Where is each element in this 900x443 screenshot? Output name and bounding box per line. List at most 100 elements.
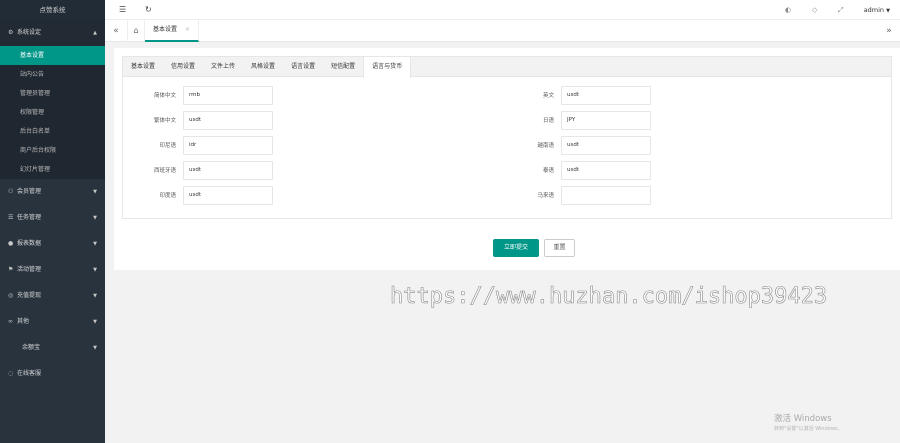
page-tab-label: 基本设置 (153, 26, 178, 33)
app-logo: 点赞系统 (0, 0, 105, 20)
sidebar-item-slides[interactable]: 幻灯片管理 (0, 160, 105, 179)
tabs-scroll-left-icon[interactable]: « (108, 20, 124, 42)
more-icon: ∞ (8, 318, 13, 325)
sidebar-group-label: 任务管理 (17, 214, 42, 221)
settings-tabs: 基本设置 信用设置 文件上传 风格设置 语言设置 短信配置 语言与货币 简体中文… (122, 56, 892, 219)
tab-strip: « ⌂ 基本设置 × » (105, 20, 900, 42)
field-label: 日语 (542, 118, 554, 124)
form-row: 简体中文 (128, 85, 273, 105)
field-label: 英文 (542, 93, 554, 99)
sidebar-group-label: 活动管理 (17, 266, 42, 273)
sidebar-group-activities[interactable]: ⚑ 活动管理 ▼ (0, 257, 105, 283)
service-icon: ◌ (8, 370, 14, 377)
sidebar-item-basic-settings[interactable]: 基本设置 (0, 46, 105, 65)
sidebar-group-tasks[interactable]: ☰ 任务管理 ▼ (0, 205, 105, 231)
field-label: 越南语 (537, 143, 554, 149)
field-label: 西班牙语 (153, 168, 176, 174)
form-row: 英文 (506, 85, 651, 105)
tag-icon[interactable]: ◇ (812, 0, 817, 20)
form-row: 越南语 (506, 135, 651, 155)
gear-icon: ⚙ (8, 29, 14, 36)
settings-card: 基本设置 信用设置 文件上传 风格设置 语言设置 短信配置 语言与货币 简体中文… (114, 48, 900, 270)
fullscreen-icon[interactable]: ⤢ (838, 0, 844, 20)
sidebar-submenu: 基本设置 站内公告 管理员管理 权限管理 后台白名单 商户后台权限 幻灯片管理 (0, 46, 105, 179)
chevron-down-icon: ▼ (93, 241, 97, 247)
tabs-scroll-right-icon[interactable]: » (881, 20, 897, 42)
sidebar-group-label: 报表数据 (17, 240, 42, 247)
hindi-input[interactable] (183, 185, 273, 205)
form-row: 日语 (506, 110, 651, 130)
sidebar-item-announcements[interactable]: 站内公告 (0, 65, 105, 84)
tab-upload[interactable]: 文件上传 (203, 57, 243, 77)
menu-toggle-icon[interactable]: ☰ (119, 0, 126, 20)
tab-language-currency[interactable]: 语言与货币 (363, 57, 412, 78)
english-input[interactable] (561, 85, 651, 105)
chevron-down-icon: ▼ (93, 215, 97, 221)
sidebar-group-label: 在线客服 (17, 370, 42, 377)
japanese-input[interactable] (561, 110, 651, 130)
sidebar-group-reports[interactable]: ● 报表数据 ▼ (0, 231, 105, 257)
sidebar-item-merchant-permissions[interactable]: 商户后台权限 (0, 141, 105, 160)
form-row: 马来语 (506, 185, 651, 205)
spanish-input[interactable] (183, 160, 273, 180)
tab-language[interactable]: 语言设置 (283, 57, 323, 77)
chevron-down-icon: ▼ (93, 267, 97, 273)
refresh-icon[interactable]: ↻ (145, 0, 152, 20)
tab-sms[interactable]: 短信配置 (323, 57, 363, 77)
money-icon: ◎ (8, 292, 14, 299)
traditional-chinese-input[interactable] (183, 110, 273, 130)
user-menu[interactable]: admin ▼ (864, 0, 890, 20)
form-row: 印尼语 (128, 135, 273, 155)
sidebar-group-yuebao[interactable]: 余额宝 ▼ (0, 335, 105, 361)
chart-icon: ● (8, 240, 14, 247)
thai-input[interactable] (561, 160, 651, 180)
sidebar-group-members[interactable]: ⚇ 会员管理 ▼ (0, 179, 105, 205)
sidebar-group-recharge[interactable]: ◎ 充值提现 ▼ (0, 283, 105, 309)
page-tab-basic-settings[interactable]: 基本设置 × (145, 20, 200, 42)
theme-icon[interactable]: ◐ (785, 0, 791, 20)
top-bar: ☰ ↻ ◐ ◇ ⤢ admin ▼ (105, 0, 900, 20)
field-label: 泰语 (542, 168, 554, 174)
chevron-down-icon: ▼ (93, 345, 97, 351)
caret-down-icon: ▼ (886, 8, 890, 14)
tab-credit[interactable]: 信用设置 (163, 57, 203, 77)
sidebar-item-permissions[interactable]: 权限管理 (0, 103, 105, 122)
home-icon[interactable]: ⌂ (127, 20, 145, 42)
chevron-down-icon: ▼ (93, 319, 97, 325)
sidebar-item-admin-management[interactable]: 管理员管理 (0, 84, 105, 103)
sidebar-group-service[interactable]: ◌ 在线客服 (0, 361, 105, 387)
sidebar: 点赞系统 ⚙ 系统设定 ▲ 基本设置 站内公告 管理员管理 权限管理 后台白名单… (0, 0, 105, 443)
tab-style[interactable]: 风格设置 (243, 57, 283, 77)
sidebar-group-label: 其他 (17, 318, 30, 325)
malay-input[interactable] (561, 185, 651, 205)
field-label: 简体中文 (153, 93, 176, 99)
field-label: 印度语 (159, 193, 176, 199)
sidebar-group-system[interactable]: ⚙ 系统设定 ▲ (0, 20, 105, 46)
chevron-down-icon: ▼ (93, 189, 97, 195)
field-label: 马来语 (537, 193, 554, 199)
sidebar-group-label: 余额宝 (22, 344, 41, 351)
reset-button[interactable]: 重置 (544, 239, 575, 257)
sidebar-group-label: 会员管理 (17, 188, 42, 195)
watermark-text: https://www.huzhan.com/ishop39423 (390, 284, 828, 310)
tab-basic[interactable]: 基本设置 (123, 57, 163, 77)
indonesian-input[interactable] (183, 135, 273, 155)
submit-button[interactable]: 立即提交 (493, 239, 539, 257)
field-label: 繁体中文 (153, 118, 176, 124)
windows-activation-notice: 激活 Windows 转到"设置"以激活 Windows。 (774, 412, 843, 432)
sidebar-group-other[interactable]: ∞ 其他 ▼ (0, 309, 105, 335)
chevron-up-icon: ▲ (93, 30, 97, 36)
form-row: 印度语 (128, 185, 273, 205)
vietnamese-input[interactable] (561, 135, 651, 155)
form-row: 繁体中文 (128, 110, 273, 130)
list-icon: ☰ (8, 214, 14, 221)
tabs-header: 基本设置 信用设置 文件上传 风格设置 语言设置 短信配置 语言与货币 (123, 57, 891, 78)
form-row: 泰语 (506, 160, 651, 180)
simplified-chinese-input[interactable] (183, 85, 273, 105)
activation-title: 激活 Windows (774, 414, 832, 424)
user-icon: ⚇ (8, 188, 14, 195)
field-label: 印尼语 (159, 143, 176, 149)
sidebar-item-whitelist[interactable]: 后台白名单 (0, 122, 105, 141)
username: admin (863, 6, 885, 14)
close-icon[interactable]: × (185, 20, 190, 40)
